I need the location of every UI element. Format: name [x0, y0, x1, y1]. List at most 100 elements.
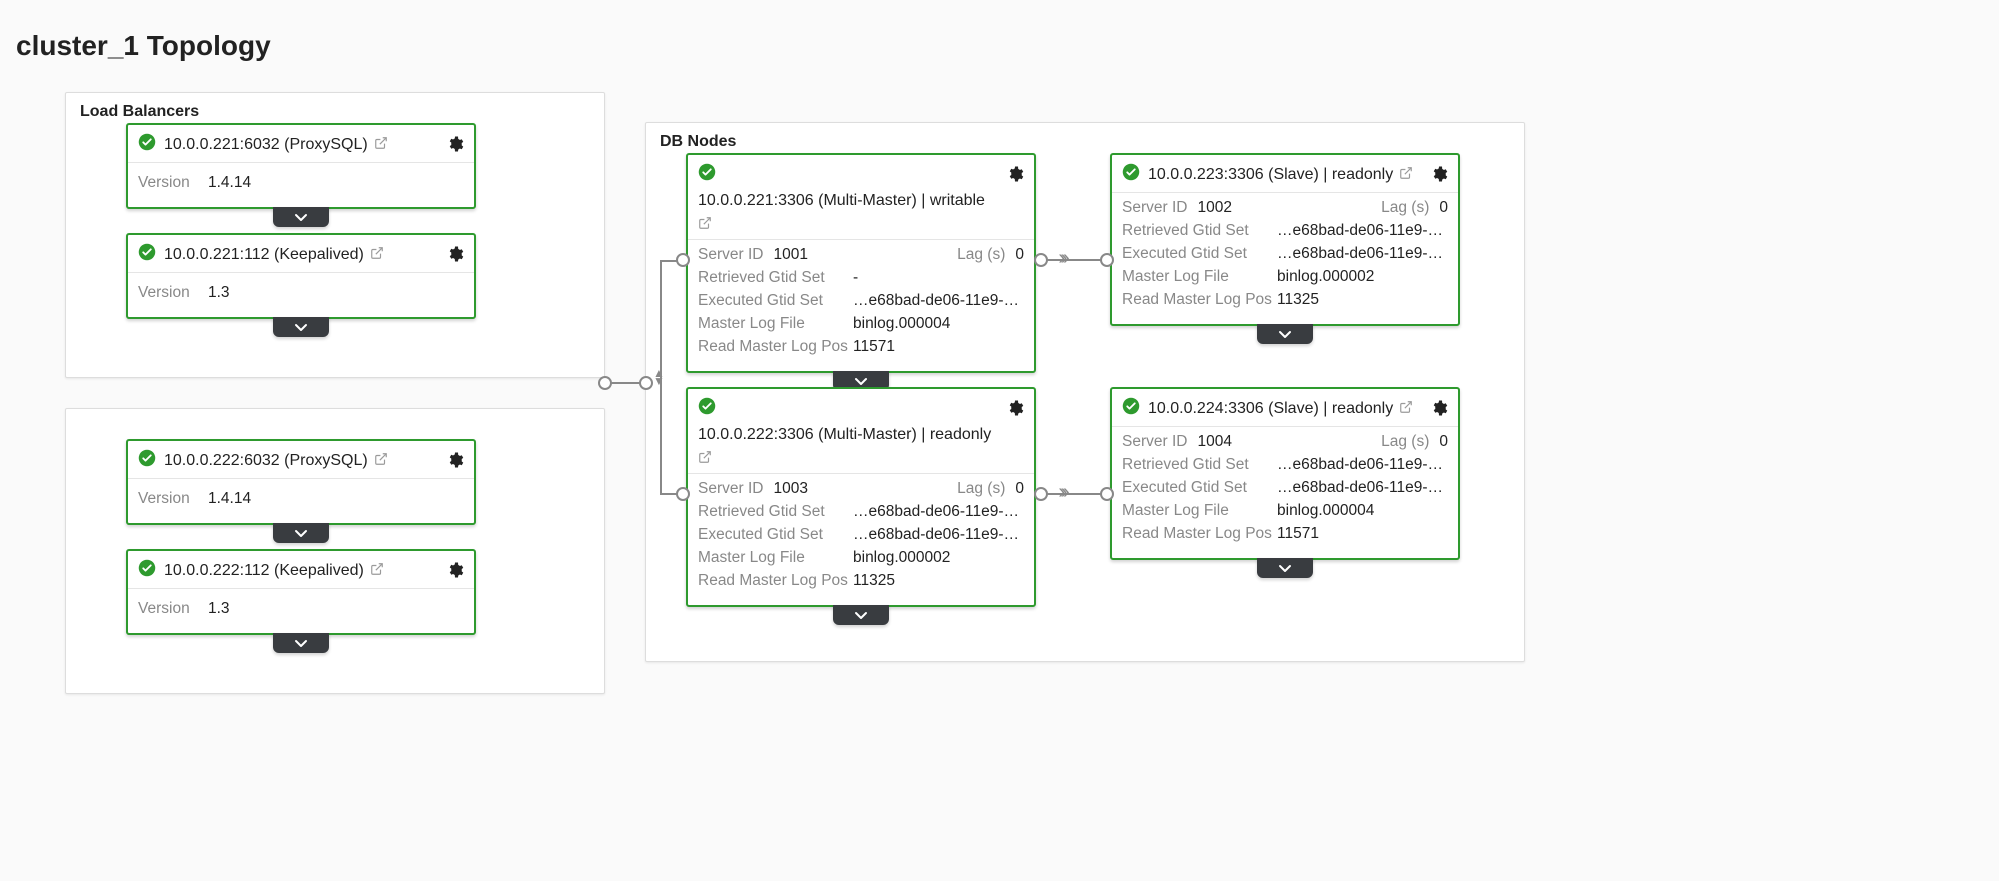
gear-icon[interactable] [446, 245, 464, 268]
lag-label: Lag (s) [957, 246, 1005, 263]
master-log-file-label: Master Log File [1122, 502, 1277, 520]
connector-endpoint [676, 253, 690, 267]
status-ok-icon [138, 243, 156, 266]
node-title: 10.0.0.223:3306 (Slave) | readonly [1148, 166, 1393, 184]
read-master-log-pos-value: 11571 [853, 338, 895, 356]
master-log-file-value: binlog.000002 [1277, 268, 1374, 286]
external-link-icon[interactable] [370, 246, 384, 263]
lag-label: Lag (s) [957, 480, 1005, 497]
lb-node-card[interactable]: 10.0.0.222:6032 (ProxySQL) Version1.4.14 [126, 439, 476, 525]
lb-node-card[interactable]: 10.0.0.221:6032 (ProxySQL) Version1.4.14 [126, 123, 476, 209]
retrieved-gtid-label: Retrieved Gtid Set [698, 503, 853, 521]
expand-button[interactable] [273, 317, 329, 337]
node-title: 10.0.0.222:112 (Keepalived) [164, 562, 364, 580]
server-id-value: 1003 [773, 480, 807, 497]
gear-icon[interactable] [1006, 399, 1024, 422]
bidirectional-vertical-icon: ▲▼ [653, 369, 665, 385]
read-master-log-pos-value: 11325 [1277, 291, 1319, 309]
server-id-label: Server ID [698, 480, 763, 497]
connector-endpoint [1100, 487, 1114, 501]
retrieved-gtid-value: …e68bad-de06-11e9-a158-08 [1277, 222, 1448, 240]
retrieved-gtid-value: …e68bad-de06-11e9-a158-08 [1277, 456, 1448, 474]
lb-node-card[interactable]: 10.0.0.221:112 (Keepalived) Version1.3 [126, 233, 476, 319]
gear-icon[interactable] [446, 451, 464, 474]
version-value: 1.3 [208, 600, 230, 618]
external-link-icon[interactable] [698, 450, 712, 467]
version-value: 1.3 [208, 284, 230, 302]
db-node-card[interactable]: 10.0.0.222:3306 (Multi-Master) | readonl… [686, 387, 1036, 607]
status-ok-icon [1122, 163, 1140, 186]
expand-button[interactable] [273, 523, 329, 543]
node-title: 10.0.0.224:3306 (Slave) | readonly [1148, 400, 1393, 418]
retrieved-gtid-label: Retrieved Gtid Set [1122, 456, 1277, 474]
master-log-file-label: Master Log File [698, 315, 853, 333]
gear-icon[interactable] [446, 561, 464, 584]
connector-endpoint [1034, 253, 1048, 267]
executed-gtid-value: …e68bad-de06-11e9-a158-08 [853, 292, 1024, 310]
node-title: 10.0.0.222:6032 (ProxySQL) [164, 452, 368, 470]
connector-line [1046, 493, 1102, 495]
node-title: 10.0.0.221:112 (Keepalived) [164, 246, 364, 264]
lb-node-card[interactable]: 10.0.0.222:112 (Keepalived) Version1.3 [126, 549, 476, 635]
status-ok-icon [698, 397, 716, 420]
lag-value: 0 [1439, 433, 1448, 450]
external-link-icon[interactable] [374, 136, 388, 153]
executed-gtid-value: …e68bad-de06-11e9-a158-08 [853, 526, 1024, 544]
executed-gtid-label: Executed Gtid Set [1122, 245, 1277, 263]
executed-gtid-label: Executed Gtid Set [698, 526, 853, 544]
server-id-value: 1002 [1197, 199, 1231, 216]
connector-endpoint [676, 487, 690, 501]
load-balancers-panel-2: 10.0.0.222:6032 (ProxySQL) Version1.4.14 [65, 408, 605, 694]
db-node-card[interactable]: 10.0.0.221:3306 (Multi-Master) | writabl… [686, 153, 1036, 373]
connector-endpoint [639, 376, 653, 390]
external-link-icon[interactable] [1399, 166, 1413, 183]
expand-button[interactable] [273, 207, 329, 227]
master-log-file-value: binlog.000004 [853, 315, 950, 333]
lag-label: Lag (s) [1381, 433, 1429, 450]
master-log-file-value: binlog.000004 [1277, 502, 1374, 520]
expand-button[interactable] [1257, 324, 1313, 344]
lag-label: Lag (s) [1381, 199, 1429, 216]
panel-title-db-nodes: DB Nodes [660, 133, 1510, 151]
version-value: 1.4.14 [208, 490, 251, 508]
retrieved-gtid-value: - [853, 269, 858, 287]
status-ok-icon [1122, 397, 1140, 420]
external-link-icon[interactable] [370, 562, 384, 579]
db-node-card[interactable]: 10.0.0.224:3306 (Slave) | readonly Serve… [1110, 387, 1460, 560]
expand-button[interactable] [273, 633, 329, 653]
gear-icon[interactable] [446, 135, 464, 158]
external-link-icon[interactable] [698, 216, 712, 233]
external-link-icon[interactable] [1399, 400, 1413, 417]
connector-line [1046, 259, 1102, 261]
read-master-log-pos-label: Read Master Log Pos [1122, 525, 1277, 543]
read-master-log-pos-value: 11325 [853, 572, 895, 590]
node-title: 10.0.0.221:3306 (Multi-Master) | writabl… [698, 192, 985, 210]
status-ok-icon [138, 559, 156, 582]
server-id-label: Server ID [698, 246, 763, 263]
executed-gtid-value: …e68bad-de06-11e9-a158-08 [1277, 245, 1448, 263]
lag-value: 0 [1015, 480, 1024, 497]
gear-icon[interactable] [1006, 165, 1024, 188]
connector-endpoint [598, 376, 612, 390]
gear-icon[interactable] [1430, 399, 1448, 422]
version-value: 1.4.14 [208, 174, 251, 192]
master-log-file-value: binlog.000002 [853, 549, 950, 567]
status-ok-icon [698, 163, 716, 186]
status-ok-icon [138, 449, 156, 472]
lag-value: 0 [1015, 246, 1024, 263]
read-master-log-pos-label: Read Master Log Pos [698, 338, 853, 356]
version-label: Version [138, 600, 208, 618]
db-node-card[interactable]: 10.0.0.223:3306 (Slave) | readonly Serve… [1110, 153, 1460, 326]
version-label: Version [138, 490, 208, 508]
external-link-icon[interactable] [374, 452, 388, 469]
db-nodes-panel: DB Nodes ▲▼ ››› ››› [645, 122, 1525, 662]
gear-icon[interactable] [1430, 165, 1448, 188]
retrieved-gtid-label: Retrieved Gtid Set [1122, 222, 1277, 240]
connector-endpoint [1034, 487, 1048, 501]
executed-gtid-label: Executed Gtid Set [698, 292, 853, 310]
expand-button[interactable] [1257, 558, 1313, 578]
expand-button[interactable] [833, 605, 889, 625]
load-balancers-panel-1: Load Balancers 10.0.0.221:6032 (ProxySQL… [65, 92, 605, 378]
status-ok-icon [138, 133, 156, 156]
node-title: 10.0.0.221:6032 (ProxySQL) [164, 136, 368, 154]
